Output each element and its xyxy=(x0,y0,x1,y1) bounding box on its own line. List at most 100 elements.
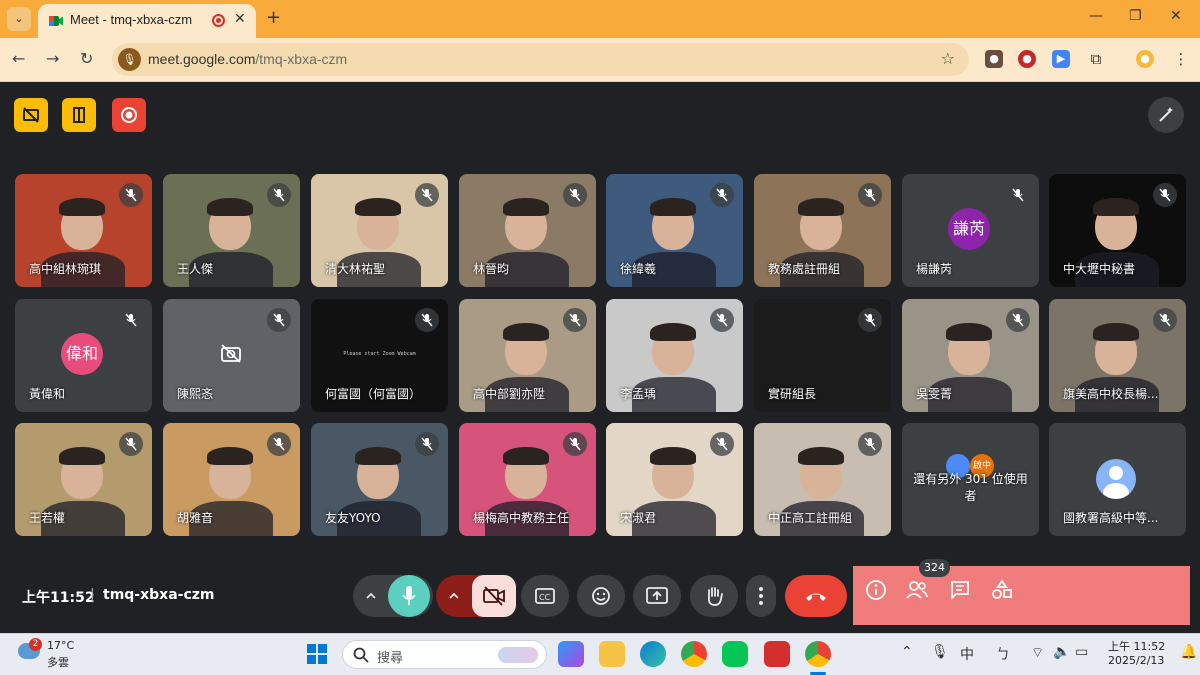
tab-search-chevron-icon[interactable]: ⌄ xyxy=(7,7,31,31)
muted-mic-icon xyxy=(858,308,882,332)
participant-tile[interactable]: 徐緯羲 xyxy=(606,174,743,287)
tray-microphone-icon[interactable]: 🎙 xyxy=(931,644,949,660)
participant-tile[interactable]: 教務處註冊組 xyxy=(754,174,891,287)
meeting-code[interactable]: tmq-xbxa-czm xyxy=(103,587,215,603)
windows-taskbar: 2 17°C 多雲 搜尋 ⌃ 🎙 中 ㄅ ⌔ 🔈 ▭ 上午 11:52 2025… xyxy=(0,633,1200,675)
participant-tile[interactable]: 清大林祐聖 xyxy=(311,174,448,287)
recording-button[interactable] xyxy=(112,98,146,132)
people-icon[interactable] xyxy=(905,579,929,601)
minimize-icon[interactable]: — xyxy=(1089,8,1103,24)
microphone-button[interactable] xyxy=(388,575,430,617)
new-tab-plus-icon[interactable]: + xyxy=(266,7,281,28)
acrobat-reader-icon[interactable] xyxy=(764,641,790,667)
bookmark-star-icon[interactable]: ☆ xyxy=(941,49,955,68)
browser-menu-icon[interactable]: ⋮ xyxy=(1172,50,1190,68)
pen-tool-button[interactable] xyxy=(1148,97,1184,133)
muted-mic-icon xyxy=(563,432,587,456)
forward-arrow-icon[interactable]: → xyxy=(46,49,59,68)
edge-browser-icon[interactable] xyxy=(640,641,666,667)
participant-tile[interactable]: Please start Zoom Webcam 何富國（何富國） xyxy=(311,299,448,412)
file-explorer-icon[interactable] xyxy=(599,641,625,667)
restore-icon[interactable]: ❐ xyxy=(1129,8,1142,24)
reactions-button[interactable] xyxy=(577,575,625,617)
tab-close-icon[interactable]: ✕ xyxy=(234,11,246,27)
extension-red-icon[interactable]: ● xyxy=(1018,50,1036,68)
participant-tile[interactable]: 楊梅高中教務主任 xyxy=(459,423,596,536)
participant-tile[interactable]: 宋淑君 xyxy=(606,423,743,536)
participant-tile[interactable]: 國教署高級中等... xyxy=(1049,423,1186,536)
battery-icon[interactable]: ▭ xyxy=(1075,644,1088,660)
participant-tile[interactable]: 謙芮 楊謙芮 xyxy=(902,174,1039,287)
chevron-up-icon[interactable] xyxy=(448,590,460,602)
browser-tab-meet[interactable]: Meet - tmq-xbxa-czm ✕ xyxy=(38,4,256,38)
url-text[interactable]: meet.google.com/tmq-xbxa-czm xyxy=(148,51,347,67)
participant-name: 楊謙芮 xyxy=(916,262,953,276)
more-options-button[interactable] xyxy=(746,575,776,617)
copilot-app-icon[interactable] xyxy=(558,641,584,667)
participant-tile[interactable]: 啟中 還有另外 301 位使用者 xyxy=(902,423,1039,536)
generic-person-avatar-icon xyxy=(1096,459,1136,499)
captions-button[interactable]: CC xyxy=(521,575,569,617)
muted-mic-icon xyxy=(267,183,291,207)
participant-tile[interactable]: 中正高工註冊組 xyxy=(754,423,891,536)
present-screen-button[interactable] xyxy=(633,575,681,617)
address-bar[interactable]: 🎙 meet.google.com/tmq-xbxa-czm ☆ xyxy=(112,43,969,76)
ime-mode-icon[interactable]: ㄅ xyxy=(996,644,1010,664)
muted-mic-icon xyxy=(1006,308,1030,332)
more-vertical-icon xyxy=(759,587,763,605)
participant-tile[interactable]: 實研組長 xyxy=(754,299,891,412)
microphone-permission-icon[interactable]: 🎙 xyxy=(118,48,141,71)
weather-condition[interactable]: 多雲 xyxy=(47,654,69,670)
line-app-icon[interactable] xyxy=(722,641,748,667)
muted-mic-icon xyxy=(415,432,439,456)
chat-icon[interactable] xyxy=(949,579,971,601)
chrome-active-window-icon[interactable] xyxy=(805,641,831,667)
back-arrow-icon[interactable]: ← xyxy=(12,49,25,68)
participant-tile[interactable]: 中大壢中秘書 xyxy=(1049,174,1186,287)
extension-video-icon[interactable]: ▶ xyxy=(1052,50,1070,68)
participant-tile[interactable]: 高中組林琬琪 xyxy=(15,174,152,287)
muted-mic-icon xyxy=(1006,183,1030,207)
chrome-browser-icon[interactable] xyxy=(681,641,707,667)
meeting-info-icon[interactable] xyxy=(865,579,887,601)
tray-chevron-up-icon[interactable]: ⌃ xyxy=(901,644,913,660)
weather-temperature[interactable]: 17°C xyxy=(47,639,74,652)
camera-toggle-button[interactable] xyxy=(472,575,516,617)
activities-shapes-icon[interactable] xyxy=(991,579,1013,601)
taskbar-search[interactable]: 搜尋 xyxy=(342,640,547,669)
muted-mic-icon xyxy=(119,308,143,332)
participant-tile[interactable]: 胡雅音 xyxy=(163,423,300,536)
participant-tile[interactable]: 林晉昀 xyxy=(459,174,596,287)
participant-tile[interactable]: 友友YOYO xyxy=(311,423,448,536)
notification-bell-icon[interactable]: 🔔 xyxy=(1180,644,1197,660)
reload-icon[interactable]: ↻ xyxy=(80,49,93,68)
extension-owl-icon[interactable]: ● xyxy=(985,50,1003,68)
taskbar-date[interactable]: 2025/2/13 xyxy=(1108,654,1164,667)
profile-avatar-icon[interactable]: ● xyxy=(1136,50,1154,68)
leave-call-button[interactable] xyxy=(785,575,847,617)
participant-name: 教務處註冊組 xyxy=(768,262,841,276)
breakout-door-button[interactable] xyxy=(62,98,96,132)
participant-tile[interactable]: 李孟瑀 xyxy=(606,299,743,412)
ime-indicator[interactable]: 中 xyxy=(960,644,974,664)
participant-tile[interactable]: 王人傑 xyxy=(163,174,300,287)
taskbar-time[interactable]: 上午 11:52 xyxy=(1108,638,1165,654)
participant-tile[interactable]: 高中部劉亦陞 xyxy=(459,299,596,412)
door-icon xyxy=(73,107,85,123)
extensions-puzzle-icon[interactable]: ⧉ xyxy=(1087,50,1105,68)
participant-tile[interactable]: 陳熙忞 xyxy=(163,299,300,412)
window-close-icon[interactable]: ✕ xyxy=(1170,8,1182,24)
windows-start-icon[interactable] xyxy=(306,643,328,665)
participant-tile[interactable]: 偉和 黃偉和 xyxy=(15,299,152,412)
participant-tile[interactable]: 吳雯菁 xyxy=(902,299,1039,412)
companion-mode-button[interactable] xyxy=(14,98,48,132)
wifi-icon[interactable]: ⌔ xyxy=(1031,644,1044,662)
muted-mic-icon xyxy=(267,432,291,456)
search-highlight-image xyxy=(498,647,538,663)
participant-tile[interactable]: 王若權 xyxy=(15,423,152,536)
volume-icon[interactable]: 🔈 xyxy=(1053,644,1070,660)
chevron-up-icon[interactable] xyxy=(365,590,377,602)
raise-hand-button[interactable] xyxy=(690,575,738,617)
participant-tile[interactable]: 旗美高中校長楊... xyxy=(1049,299,1186,412)
muted-mic-icon xyxy=(119,432,143,456)
